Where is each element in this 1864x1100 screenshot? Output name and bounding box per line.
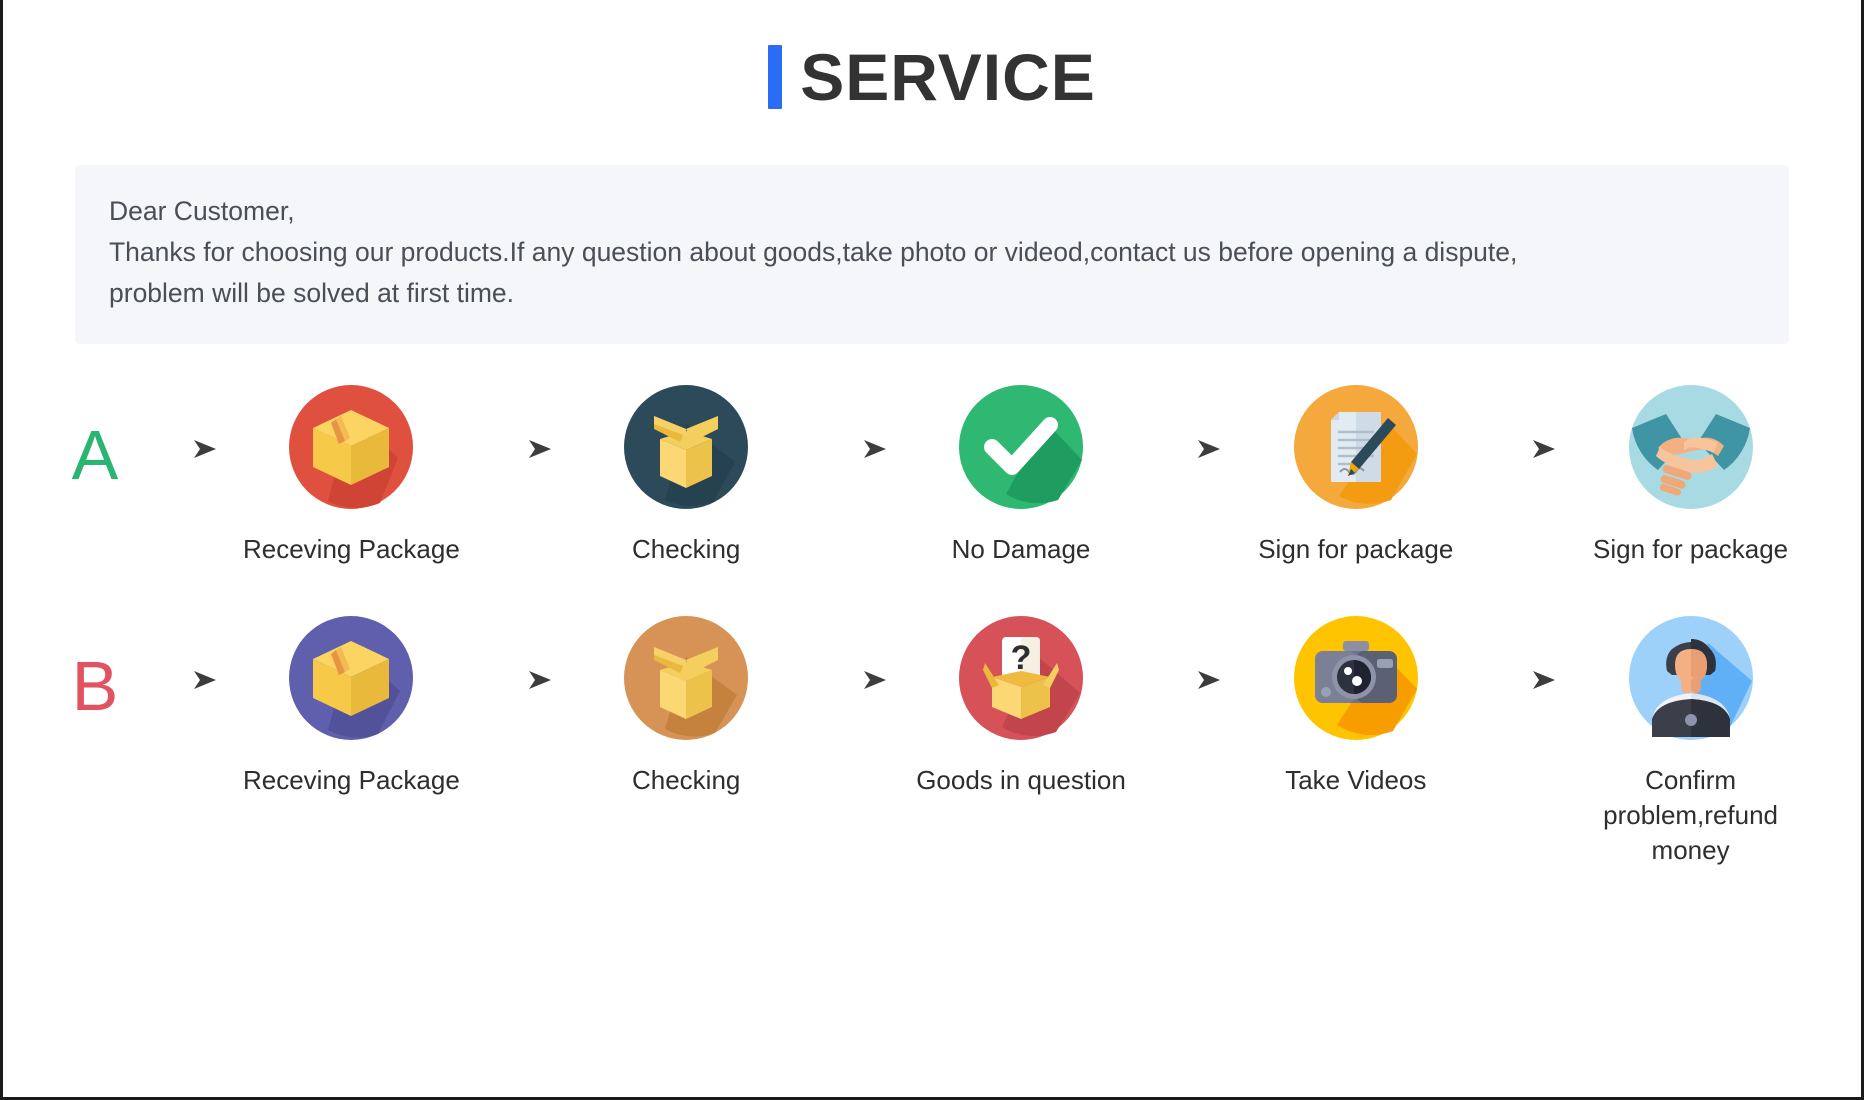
flow-a-badge-letter: A (71, 416, 119, 495)
arrow-a-2 (811, 384, 897, 464)
flow-row-a: A Receving Package Checking No Damage Si… (3, 384, 1861, 567)
step-b-5-label: Confirm problem,refund money (1603, 765, 1779, 866)
page-title-text: SERVICE (800, 40, 1096, 114)
service-page: SERVICE Dear Customer, Thanks for choosi… (0, 0, 1864, 1100)
step-a-2-label: Checking (631, 534, 741, 565)
step-b-1-label: Receving Package (242, 765, 460, 796)
open-box-icon (624, 385, 749, 510)
step-a-5-label: Sign for package (1593, 534, 1789, 565)
step-a-3-label: No Damage (951, 534, 1091, 565)
step-a-5: Sign for package (1566, 384, 1815, 567)
closed-box-icon (289, 385, 414, 510)
arrow-b-4 (1480, 615, 1566, 695)
step-a-1-label: Receving Package (242, 534, 460, 565)
title-accent-bar (768, 45, 783, 109)
question-box-icon: ? (958, 616, 1083, 741)
notice-line-2: Thanks for choosing our products.If any … (109, 237, 1518, 268)
step-a-4: Sign for package (1231, 384, 1480, 567)
arrow-right-icon (819, 440, 886, 459)
page-title: SERVICE (3, 0, 1861, 110)
arrow-right-icon (1154, 671, 1221, 690)
handshake-icon (1628, 385, 1753, 510)
step-b-5: Confirm problem,refund money (1566, 615, 1815, 868)
step-b-3-label: Goods in question (916, 765, 1126, 796)
support-person-icon (1628, 616, 1753, 741)
camera-icon (1293, 616, 1418, 741)
flow-a-badge: A (49, 384, 141, 490)
step-b-4: Take Videos (1231, 615, 1480, 798)
arrow-a-3 (1145, 384, 1231, 464)
arrow-b-2 (811, 615, 897, 695)
arrow-right-icon (484, 440, 551, 459)
arrow-right-icon (484, 671, 551, 690)
arrow-right-icon (819, 671, 886, 690)
check-mark-icon (958, 385, 1083, 510)
step-b-2: Checking (562, 615, 811, 798)
arrow-right-icon (150, 440, 216, 459)
step-a-2: Checking (562, 384, 811, 567)
closed-box-icon (289, 616, 414, 741)
arrow-a-0 (141, 384, 227, 464)
step-b-1: Receving Package (227, 615, 476, 798)
step-b-2-label: Checking (631, 765, 741, 796)
step-a-1: Receving Package (227, 384, 476, 567)
arrow-b-0 (141, 615, 227, 695)
arrow-a-4 (1480, 384, 1566, 464)
step-a-3: No Damage (897, 384, 1146, 567)
document-pen-icon (1293, 385, 1418, 510)
step-b-3: ? Goods in question (897, 615, 1146, 798)
arrow-right-icon (150, 671, 216, 690)
arrow-b-1 (476, 615, 562, 695)
notice-line-1: Dear Customer, (109, 196, 295, 226)
notice-line-3: problem will be solved at first time. (109, 278, 515, 309)
flow-b-badge-letter: B (71, 647, 119, 726)
arrow-right-icon (1489, 671, 1556, 690)
open-box-icon (624, 616, 749, 741)
flow-b-badge: B (49, 615, 141, 721)
arrow-b-3 (1145, 615, 1231, 695)
arrow-a-1 (476, 384, 562, 464)
flow-row-b: B Receving Package Checking ? Goods in q… (3, 615, 1861, 868)
arrow-right-icon (1154, 440, 1221, 459)
customer-notice-box: Dear Customer, Thanks for choosing our p… (75, 165, 1789, 345)
step-a-4-label: Sign for package (1258, 534, 1454, 565)
arrow-right-icon (1489, 440, 1556, 459)
step-b-4-label: Take Videos (1285, 765, 1427, 796)
